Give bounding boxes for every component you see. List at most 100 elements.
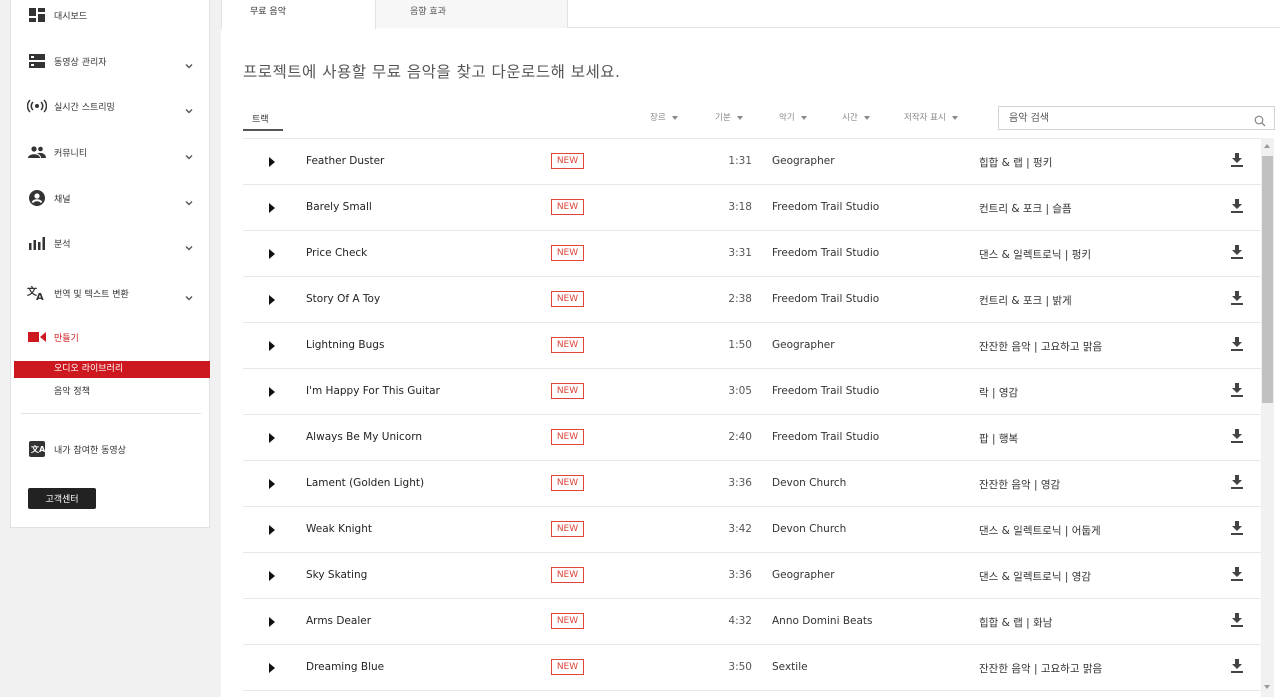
play-icon[interactable] xyxy=(269,479,275,489)
chevron-down-icon[interactable] xyxy=(184,193,194,206)
caret-down-icon xyxy=(800,115,807,120)
sidebar-item-translations[interactable]: 文A 번역 및 텍스트 변환 xyxy=(11,279,209,307)
scrollbar[interactable] xyxy=(1261,138,1274,697)
play-icon[interactable] xyxy=(269,295,275,305)
sidebar-item-create[interactable]: 만들기 xyxy=(11,323,209,351)
sidebar-subitem-music-policies[interactable]: 음악 정책 xyxy=(14,384,210,401)
track-row[interactable]: Always Be My Unicorn NEW 2:40 Freedom Trail… xyxy=(243,415,1261,461)
track-row[interactable]: Story Of A Toy NEW 2:38 Freedom Trail Studi… xyxy=(243,277,1261,323)
download-icon[interactable] xyxy=(1230,474,1244,490)
track-genre: 댄스 & 일렉트로닉 | 영감 xyxy=(979,571,1092,583)
track-row[interactable]: Barely Small NEW 3:18 Freedom Trail Studio 컨… xyxy=(243,185,1261,231)
page-title: 프로젝트에 사용할 무료 음악을 찾고 다운로드해 보세요. xyxy=(243,63,621,81)
track-artist: Freedom Trail Studio xyxy=(772,293,880,305)
track-artist: Anno Domini Beats xyxy=(772,615,873,627)
filter-label: 저작자 표시 xyxy=(904,113,946,123)
filter-genre[interactable]: 장르 xyxy=(650,111,678,123)
track-row[interactable]: Arms Dealer NEW 4:32 Anno Domini Beats 힙합 & … xyxy=(243,599,1261,645)
download-icon[interactable] xyxy=(1230,152,1244,168)
analytics-icon xyxy=(27,235,47,251)
track-row[interactable]: I'm Happy For This Guitar NEW 3:05 Freedom … xyxy=(243,369,1261,415)
new-badge: NEW xyxy=(551,291,584,307)
track-duration: 1:31 xyxy=(728,155,752,167)
scroll-up-icon[interactable] xyxy=(1264,144,1270,148)
sidebar-item-analytics[interactable]: 분석 xyxy=(11,229,209,257)
track-row[interactable]: Price Check NEW 3:31 Freedom Trail Studio 댄스… xyxy=(243,231,1261,277)
caret-down-icon xyxy=(863,115,870,120)
track-title: Arms Dealer xyxy=(306,615,372,627)
track-row[interactable]: Lament (Golden Light) NEW 3:36 Devon Church… xyxy=(243,461,1261,507)
sidebar-item-community[interactable]: 커뮤니티 xyxy=(11,138,209,166)
search-box xyxy=(998,106,1275,130)
chevron-down-icon[interactable] xyxy=(184,101,194,114)
sidebar-item-live-streaming[interactable]: 실시간 스트리밍 xyxy=(11,92,209,120)
play-icon[interactable] xyxy=(269,203,275,213)
tab-tracks[interactable]: 트랙 xyxy=(252,112,269,125)
download-icon[interactable] xyxy=(1230,566,1244,582)
filter-duration[interactable]: 시간 xyxy=(842,111,870,123)
download-icon[interactable] xyxy=(1230,520,1244,536)
help-center-button[interactable]: 고객센터 xyxy=(28,488,96,509)
track-genre: 컨트리 & 포크 | 밝게 xyxy=(979,295,1072,307)
play-icon[interactable] xyxy=(269,387,275,397)
tab-bar: 무료 음악 음향 효과 xyxy=(221,0,1280,29)
caret-down-icon xyxy=(951,115,958,120)
sidebar-item-channel[interactable]: 채널 xyxy=(11,184,209,212)
translate-icon: 文A xyxy=(27,285,47,301)
new-badge: NEW xyxy=(551,429,584,445)
translate-box-icon: 文A xyxy=(27,441,47,457)
chevron-down-icon[interactable] xyxy=(184,288,194,301)
filter-instrument[interactable]: 악기 xyxy=(779,111,807,123)
play-icon[interactable] xyxy=(269,525,275,535)
new-badge: NEW xyxy=(551,245,584,261)
chevron-down-icon[interactable] xyxy=(184,147,194,160)
track-artist: Geographer xyxy=(772,569,835,581)
sidebar-item-label: 번역 및 텍스트 변환 xyxy=(54,289,129,300)
tab-sound-effects[interactable]: 음향 효과 xyxy=(376,0,568,28)
download-icon[interactable] xyxy=(1230,428,1244,444)
track-genre: 댄스 & 일렉트로닉 | 펑키 xyxy=(979,249,1092,261)
track-title: Dreaming Blue xyxy=(306,661,385,673)
download-icon[interactable] xyxy=(1230,290,1244,306)
scrollbar-thumb[interactable] xyxy=(1262,156,1273,403)
search-input[interactable] xyxy=(999,107,1239,129)
track-duration: 3:18 xyxy=(728,201,752,213)
search-icon[interactable] xyxy=(1254,112,1266,127)
play-icon[interactable] xyxy=(269,157,275,167)
play-icon[interactable] xyxy=(269,663,275,673)
play-icon[interactable] xyxy=(269,617,275,627)
download-icon[interactable] xyxy=(1230,198,1244,214)
track-genre: 댄스 & 일렉트로닉 | 어둡게 xyxy=(979,525,1101,537)
play-icon[interactable] xyxy=(269,571,275,581)
filter-attribution[interactable]: 저작자 표시 xyxy=(904,111,958,123)
track-row[interactable]: Lightning Bugs NEW 1:50 Geographer 잔잔한 음악 | … xyxy=(243,323,1261,369)
play-icon[interactable] xyxy=(269,341,275,351)
sidebar-subitem-audio-library[interactable]: 오디오 라이브러리 xyxy=(14,361,210,378)
scroll-down-icon[interactable] xyxy=(1264,685,1270,689)
track-genre: 팝 | 행복 xyxy=(979,433,1019,445)
play-icon[interactable] xyxy=(269,249,275,259)
track-artist: Geographer xyxy=(772,339,835,351)
track-artist: Freedom Trail Studio xyxy=(772,201,880,213)
sidebar-item-dashboard[interactable]: 대시보드 xyxy=(11,1,209,29)
track-row[interactable]: Feather Duster NEW 1:31 Geographer 힙합 & 랩 | … xyxy=(243,139,1261,185)
sidebar-item-video-manager[interactable]: 동영상 관리자 xyxy=(11,47,209,75)
track-row[interactable]: Sky Skating NEW 3:36 Geographer 댄스 & 일렉트로닉 |… xyxy=(243,553,1261,599)
download-icon[interactable] xyxy=(1230,336,1244,352)
tab-free-music[interactable]: 무료 음악 xyxy=(221,0,376,29)
dashboard-icon xyxy=(27,7,47,23)
download-icon[interactable] xyxy=(1230,612,1244,628)
track-row[interactable]: Weak Knight NEW 3:42 Devon Church 댄스 & 일렉트로닉… xyxy=(243,507,1261,553)
download-icon[interactable] xyxy=(1230,658,1244,674)
download-icon[interactable] xyxy=(1230,382,1244,398)
download-icon[interactable] xyxy=(1230,244,1244,260)
chevron-down-icon[interactable] xyxy=(184,238,194,251)
track-row[interactable]: Dreaming Blue NEW 3:50 Sextile 잔잔한 음악 | 고요하고… xyxy=(243,645,1261,691)
filter-label: 기분 xyxy=(715,113,731,123)
filter-mood[interactable]: 기분 xyxy=(715,111,743,123)
track-duration: 3:36 xyxy=(728,477,752,489)
chevron-down-icon[interactable] xyxy=(184,56,194,69)
play-icon[interactable] xyxy=(269,433,275,443)
sidebar-item-contributions[interactable]: 文A 내가 참여한 동영상 xyxy=(11,435,209,463)
new-badge: NEW xyxy=(551,659,584,675)
